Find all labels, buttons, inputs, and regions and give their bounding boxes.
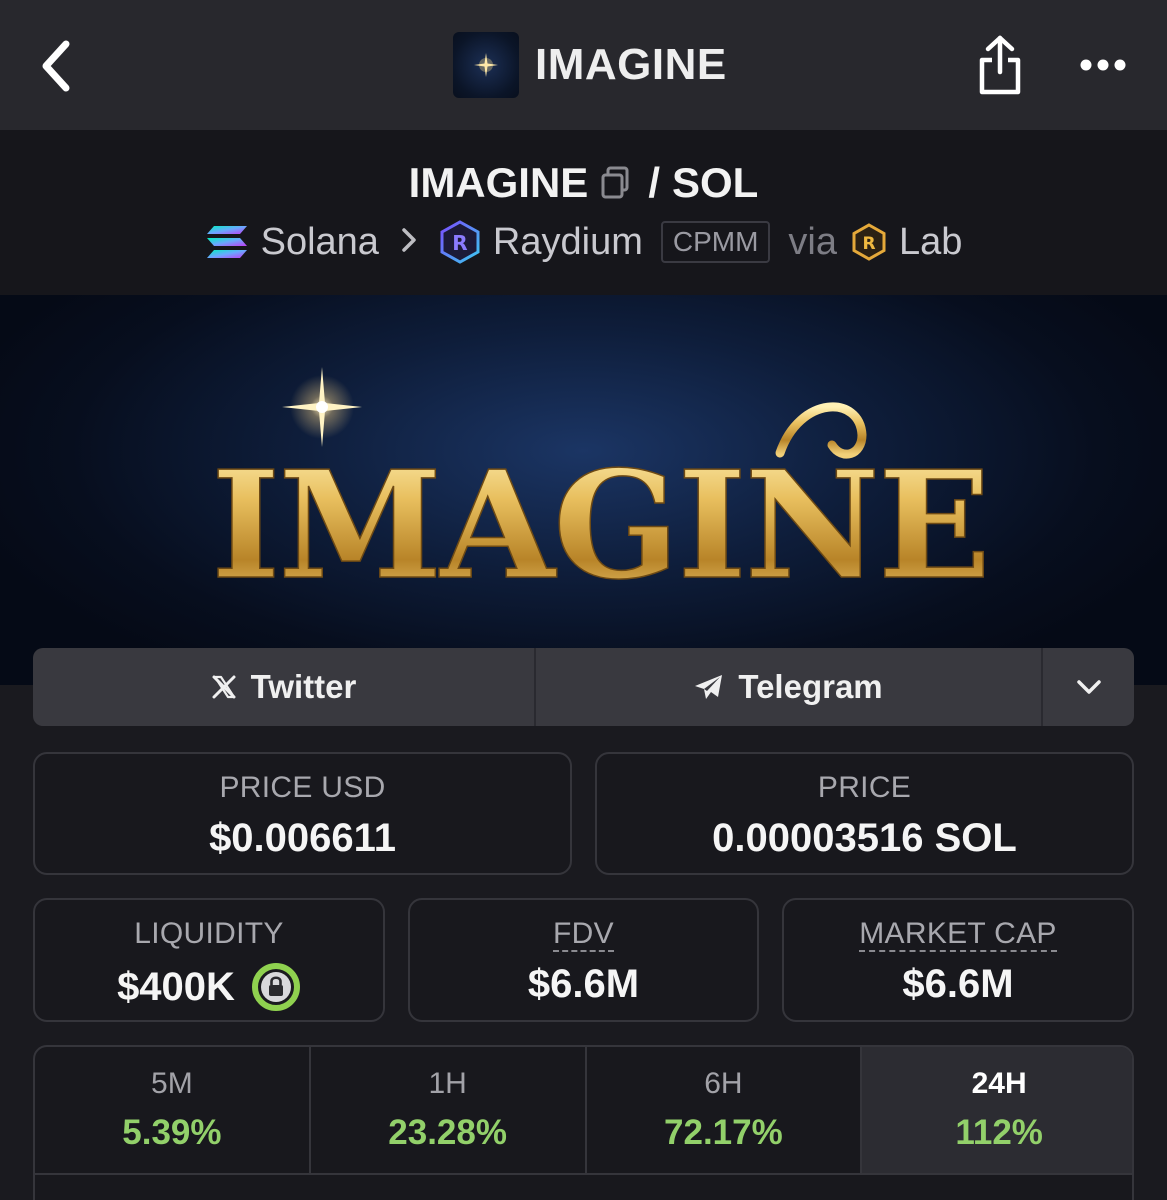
pool-type-badge: CPMM	[660, 221, 771, 263]
market-cap-value: $6.6M	[902, 962, 1014, 1006]
telegram-button[interactable]: Telegram	[536, 648, 1043, 726]
copy-icon[interactable]	[600, 166, 630, 200]
tab-label: 5M	[151, 1067, 193, 1100]
price-usd-card: PRICE USD $0.006611	[33, 752, 572, 875]
dex-link[interactable]: R Raydium	[439, 220, 643, 264]
market-cap-card: MARKET CAP $6.6M	[782, 898, 1134, 1022]
banner-logo-text: IMAGINE	[211, 438, 989, 612]
pair-title: IMAGINE / SOL	[0, 158, 1167, 208]
price-usd-label: PRICE USD	[219, 771, 386, 804]
pair-header: IMAGINE / SOL Solana R Raydium CPMM via …	[0, 130, 1167, 295]
timeframe-details	[35, 1173, 1132, 1200]
more-horizontal-icon	[1080, 59, 1126, 71]
price-change-value: 23.28%	[388, 1113, 507, 1152]
price-change-tabs: 5M 5.39% 1H 23.28% 6H 72.17% 24H 112%	[33, 1045, 1134, 1200]
liquidity-value: $400K	[117, 964, 235, 1009]
pair-route: Solana R Raydium CPMM via R Lab	[0, 216, 1167, 268]
raydium-lab-icon: R	[852, 223, 886, 261]
header-token: IMAGINE	[453, 32, 727, 98]
price-change-value: 72.17%	[664, 1113, 783, 1152]
fdv-label-wrap: FDV	[410, 917, 757, 952]
sparkle-icon	[474, 53, 498, 77]
price-native-card: PRICE 0.00003516 SOL	[595, 752, 1134, 875]
twitter-label: Twitter	[250, 668, 357, 705]
tab-5m[interactable]: 5M 5.39%	[35, 1047, 311, 1173]
token-logo	[453, 32, 519, 98]
svg-text:R: R	[452, 231, 467, 255]
share-icon	[979, 35, 1021, 95]
liquidity-card: LIQUIDITY $400K	[33, 898, 385, 1022]
tab-label: 24H	[971, 1067, 1027, 1100]
timeframe-row: 5M 5.39% 1H 23.28% 6H 72.17% 24H 112%	[35, 1047, 1132, 1173]
launchpad-link[interactable]: R Lab	[851, 221, 962, 264]
more-links-dropdown[interactable]	[1043, 648, 1134, 726]
market-cap-label[interactable]: MARKET CAP	[859, 917, 1057, 952]
telegram-label: Telegram	[738, 668, 883, 705]
token-banner: IMAGINE	[0, 295, 1167, 685]
pair-separator: /	[648, 159, 660, 206]
raydium-icon: R	[440, 220, 480, 264]
fdv-value: $6.6M	[527, 962, 640, 1006]
chain-name: Solana	[260, 220, 379, 263]
back-button[interactable]	[30, 38, 80, 94]
chevron-down-icon	[1076, 680, 1101, 694]
chevron-right-icon	[401, 223, 417, 262]
launchpad-name: Lab	[899, 220, 963, 263]
telegram-icon	[695, 675, 723, 699]
price-change-value: 112%	[955, 1113, 1043, 1152]
tab-1h[interactable]: 1H 23.28%	[311, 1047, 587, 1173]
lock-icon[interactable]	[251, 962, 301, 1012]
liquidity-label: LIQUIDITY	[134, 917, 284, 950]
price-usd-value: $0.006611	[209, 816, 396, 860]
fdv-card: FDV $6.6M	[408, 898, 759, 1022]
dex-name: Raydium	[492, 220, 643, 263]
twitter-button[interactable]: Twitter	[33, 648, 536, 726]
pair-base-symbol: IMAGINE	[408, 159, 589, 206]
pair-quote-symbol: SOL	[672, 159, 759, 206]
svg-text:R: R	[862, 234, 875, 254]
market-cap-label-wrap: MARKET CAP	[784, 917, 1132, 952]
price-native-label: PRICE	[817, 771, 912, 804]
social-links: Twitter Telegram	[33, 648, 1134, 726]
share-button[interactable]	[970, 30, 1030, 100]
price-change-value: 5.39%	[122, 1113, 222, 1152]
via-label: via	[788, 220, 837, 263]
tab-label: 1H	[428, 1067, 467, 1100]
tab-6h[interactable]: 6H 72.17%	[587, 1047, 863, 1173]
top-navigation-bar: IMAGINE	[0, 0, 1167, 130]
page-title: IMAGINE	[535, 40, 727, 89]
x-logo-icon	[212, 675, 236, 699]
tab-label: 6H	[704, 1067, 743, 1100]
price-native-value: 0.00003516 SOL	[712, 816, 1017, 860]
more-options-button[interactable]	[1070, 45, 1136, 85]
token-banner-logo: IMAGINE	[210, 367, 992, 613]
chevron-left-icon	[42, 40, 70, 92]
chain-link[interactable]: Solana	[205, 221, 379, 264]
fdv-label[interactable]: FDV	[553, 917, 614, 952]
tab-24h[interactable]: 24H 112%	[862, 1047, 1132, 1173]
solana-icon	[206, 226, 247, 258]
liquidity-value-row: $400K	[35, 962, 383, 1012]
